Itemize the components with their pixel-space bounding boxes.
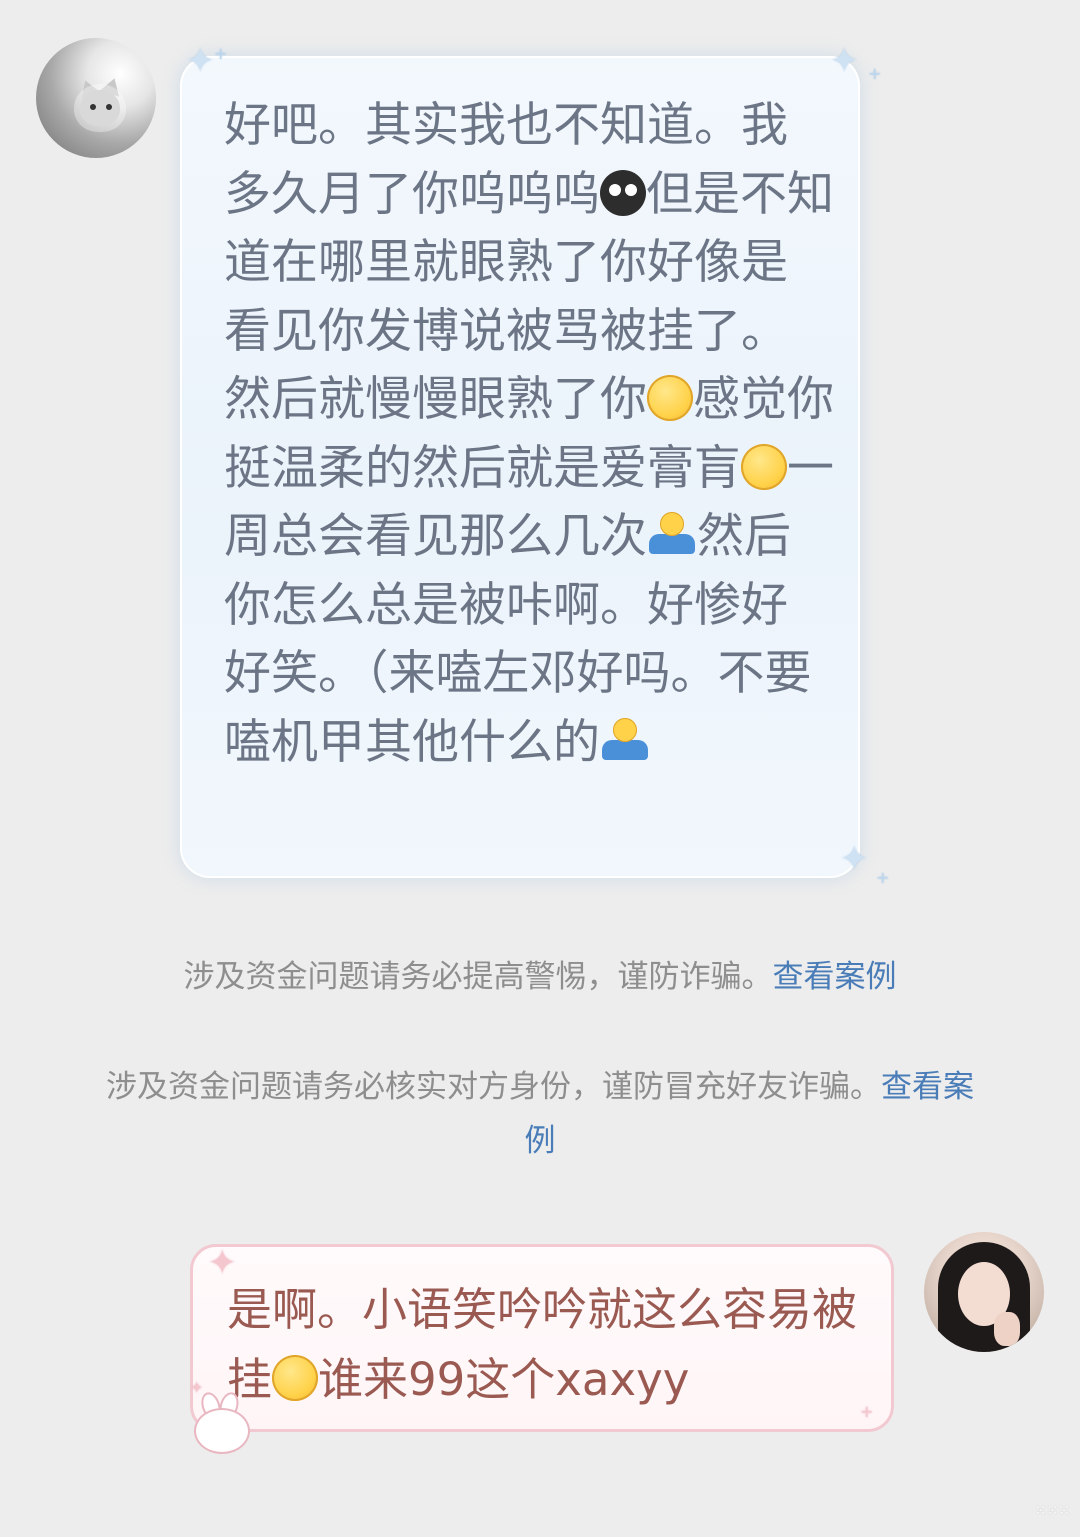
sparkle-icon: ✦ [208, 1243, 237, 1283]
cat-eye-icon [106, 104, 112, 110]
outgoing-message-bubble[interactable]: 是啊。小语笑吟吟就这么容易被挂 谁来99这个xaxyy [190, 1244, 894, 1432]
sparkle-icon: + [868, 64, 882, 83]
identity-warning-notice: 涉及资金问题请务必核实对方身份，谨防冒充好友诈骗。查看案例 [100, 1060, 980, 1168]
hand-icon [994, 1312, 1020, 1346]
fraud-warning-text: 涉及资金问题请务必提高警惕，谨防诈骗。 [183, 959, 773, 995]
yellow-emoji-icon [741, 443, 787, 490]
shrug-emoji-icon [647, 512, 697, 558]
outgoing-message-text: 是啊。小语笑吟吟就这么容易被挂 谁来99这个xaxyy [227, 1275, 877, 1415]
sparkle-icon: ✦ [840, 839, 869, 879]
identity-warning-text: 涉及资金问题请务必核实对方身份，谨防冒充好友诈骗。 [106, 1069, 881, 1105]
sparkle-icon: + [860, 1402, 874, 1421]
incoming-message-bubble[interactable]: 好吧。其实我也不知道。我多久月了你呜呜呜 但是不知道在哪里就眼熟了你好像是看见你发… [180, 56, 860, 878]
sparkle-icon: + [876, 868, 890, 887]
cat-face-icon [80, 90, 120, 126]
my-avatar[interactable] [924, 1232, 1044, 1352]
sparkle-icon: + [214, 44, 228, 63]
cry-emoji-icon [600, 169, 646, 216]
watermark-icon: ⁙⁙⁙ [1034, 1503, 1070, 1519]
sparkle-icon: ✦ [186, 41, 215, 81]
cat-eye-icon [90, 104, 96, 110]
sparkle-icon: ✦ [830, 41, 859, 81]
sender-avatar[interactable] [36, 38, 156, 158]
message-text-segment: 谁来99这个xaxyy [318, 1353, 690, 1406]
shrug-emoji-icon [600, 717, 650, 764]
fraud-warning-notice: 涉及资金问题请务必提高警惕，谨防诈骗。查看案例 [100, 950, 980, 1004]
bunny-sticker-icon [186, 1389, 252, 1454]
yellow-emoji-icon [272, 1355, 319, 1401]
incoming-message-text: 好吧。其实我也不知道。我多久月了你呜呜呜 但是不知道在哪里就眼熟了你好像是看见你发… [224, 92, 834, 777]
view-cases-link[interactable]: 查看案例 [773, 959, 897, 995]
yellow-emoji-icon [647, 375, 693, 421]
